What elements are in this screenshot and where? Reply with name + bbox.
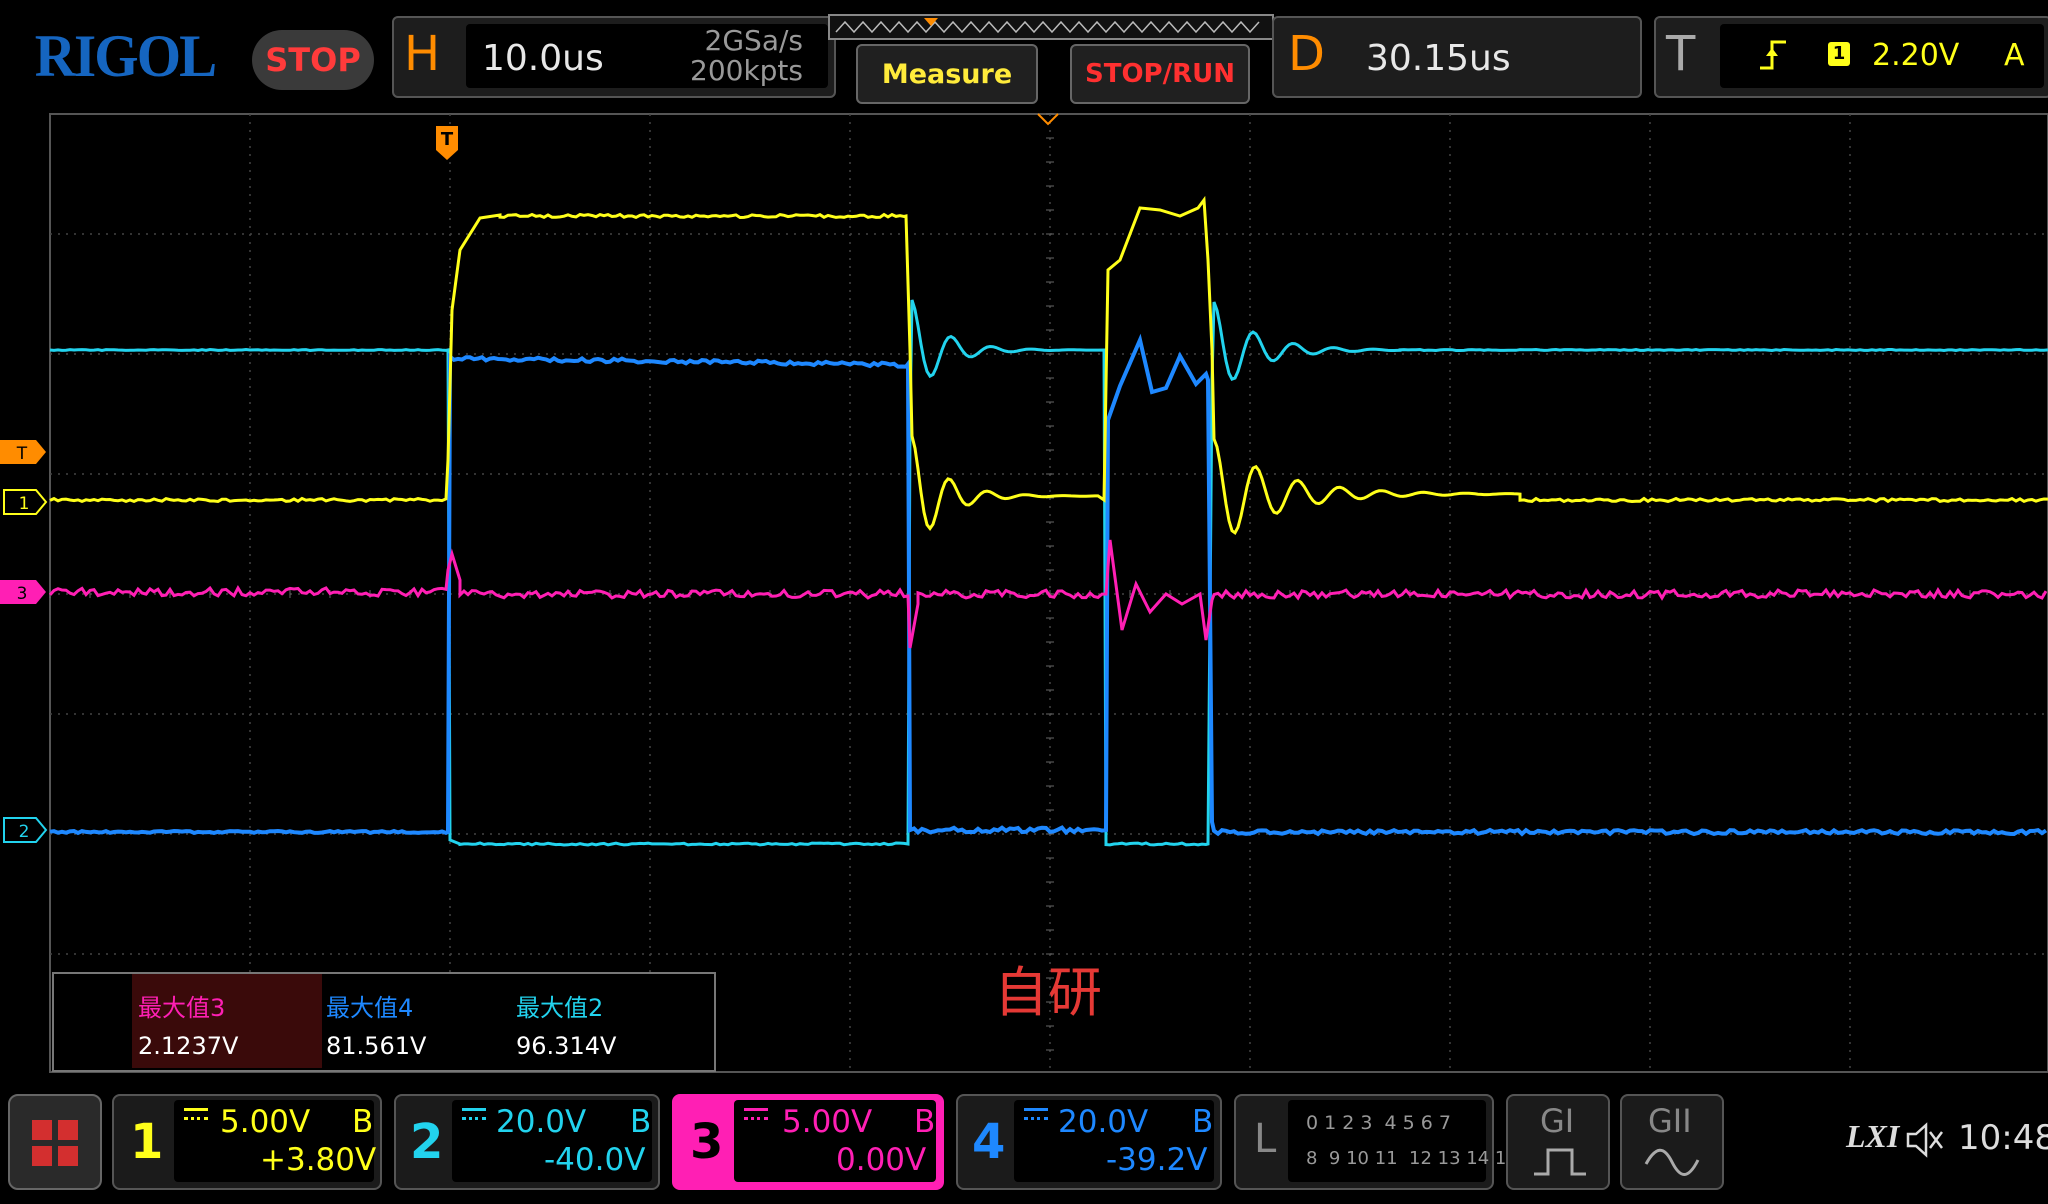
memory-depth: 200kpts (690, 56, 803, 86)
measure-label-3: 最大值2 (516, 988, 603, 1023)
timebase-value: 10.0us (482, 38, 604, 79)
memory-position-bar (828, 14, 1274, 44)
stop-run-button[interactable]: STOP/RUN (1070, 44, 1250, 104)
rigol-logo: RIGOL (35, 22, 216, 91)
measure-label-1: 最大值3 (138, 988, 225, 1023)
horizontal-panel[interactable]: H 10.0us 2GSa/s 200kpts (392, 16, 836, 98)
run-state-button[interactable]: STOP (252, 30, 374, 90)
ch4-number: 4 (972, 1114, 1005, 1170)
ch2-coupling-icon (462, 1108, 486, 1120)
rising-edge-icon (1758, 38, 1788, 72)
trace-ch4 (50, 340, 2046, 834)
trace-ch2 (50, 300, 2048, 845)
ch1-scale: 5.00V (220, 1104, 310, 1140)
ch3-number: 3 (690, 1114, 723, 1170)
trigger-panel[interactable]: T 1 2.20V A (1654, 16, 2048, 98)
ch1-offset: +3.80V (260, 1142, 376, 1178)
delay-center-marker (1038, 114, 1058, 124)
trigger-position-label: T (441, 129, 454, 150)
ch2-offset: -40.0V (544, 1142, 645, 1178)
ch4-coupling-icon (1024, 1108, 1048, 1120)
logic-channels-low: 0 1 2 3 4 5 6 7 (1306, 1112, 1451, 1134)
trigger-letter: T (1666, 26, 1695, 82)
trigger-source-badge: 1 (1828, 42, 1850, 66)
clock-time: 10:48 (1958, 1118, 2048, 1158)
sample-rate: 2GSa/s (690, 26, 803, 56)
ch3-marker-label: 3 (17, 584, 28, 604)
ch4-bw-limit: B (1192, 1104, 1213, 1140)
delay-value: 30.15us (1366, 38, 1511, 79)
ch2-bw-limit: B (630, 1104, 651, 1140)
sine-wave-icon (1644, 1146, 1700, 1178)
logic-channels-high: 8 9 10 11 12 13 14 15 (1306, 1148, 1518, 1169)
trigger-level-marker[interactable]: T (0, 440, 46, 464)
ch1-panel[interactable]: 1 5.00V B +3.80V (112, 1094, 382, 1190)
generator-1-button[interactable]: GI (1506, 1094, 1610, 1190)
ch1-marker-label: 1 (19, 494, 30, 514)
ch2-scale: 20.0V (496, 1104, 586, 1140)
measurement-panel[interactable]: 最大值3 2.1237V 最大值4 81.561V 最大值2 96.314V (52, 972, 716, 1072)
ch3-scale: 5.00V (782, 1104, 872, 1140)
ch4-offset: -39.2V (1106, 1142, 1207, 1178)
ch4-scale: 20.0V (1058, 1104, 1148, 1140)
watermark-text: 自研 (994, 948, 1102, 1027)
logic-panel[interactable]: L 0 1 2 3 4 5 6 7 8 9 10 11 12 13 14 15 (1234, 1094, 1494, 1190)
trace-ch1 (50, 200, 2048, 533)
delay-letter: D (1288, 26, 1325, 82)
delay-panel[interactable]: D 30.15us (1272, 16, 1642, 98)
ch3-bw-limit: B (914, 1104, 935, 1140)
measure-value-3: 96.314V (516, 1032, 616, 1060)
ch4-panel[interactable]: 4 20.0V B -39.2V (956, 1094, 1222, 1190)
ch2-panel[interactable]: 2 20.0V B -40.0V (394, 1094, 660, 1190)
ch3-marker[interactable]: 3 (0, 580, 46, 604)
ch1-marker[interactable]: 1 (4, 490, 46, 514)
logic-letter: L (1254, 1116, 1276, 1162)
measure-value-1: 2.1237V (138, 1032, 238, 1060)
measure-button[interactable]: Measure (856, 44, 1038, 104)
ch2-marker[interactable]: 2 (4, 818, 46, 842)
generator-2-button[interactable]: GII (1620, 1094, 1724, 1190)
waveform-display[interactable]: T T 1 3 2 (0, 100, 2048, 1080)
measure-value-2: 81.561V (326, 1032, 426, 1060)
ch1-number: 1 (130, 1114, 163, 1170)
generator-1-label: GI (1540, 1102, 1574, 1140)
ch3-panel[interactable]: 3 5.00V B 0.00V (672, 1094, 944, 1190)
generator-2-label: GII (1648, 1102, 1692, 1140)
trigger-position-marker[interactable]: T (436, 126, 458, 160)
ch1-bw-limit: B (352, 1104, 373, 1140)
ch3-offset: 0.00V (836, 1142, 926, 1178)
measure-label-2: 最大值4 (326, 988, 413, 1023)
ch3-coupling-icon (744, 1108, 768, 1120)
ch2-number: 2 (410, 1114, 443, 1170)
trigger-level-marker-label: T (16, 444, 28, 464)
horizontal-letter: H (404, 26, 440, 82)
square-wave-icon (1532, 1146, 1588, 1178)
acquisition-info: 2GSa/s 200kpts (690, 26, 803, 86)
ch2-marker-label: 2 (19, 822, 30, 842)
lxi-logo: LXI (1846, 1118, 1899, 1155)
app-grid-icon (10, 1096, 100, 1188)
ch1-coupling-icon (184, 1108, 208, 1120)
speaker-muted-icon[interactable] (1904, 1120, 1944, 1160)
trigger-level: 2.20V (1872, 38, 1959, 73)
menu-button[interactable] (8, 1094, 102, 1190)
trigger-mode: A (2004, 38, 2025, 73)
